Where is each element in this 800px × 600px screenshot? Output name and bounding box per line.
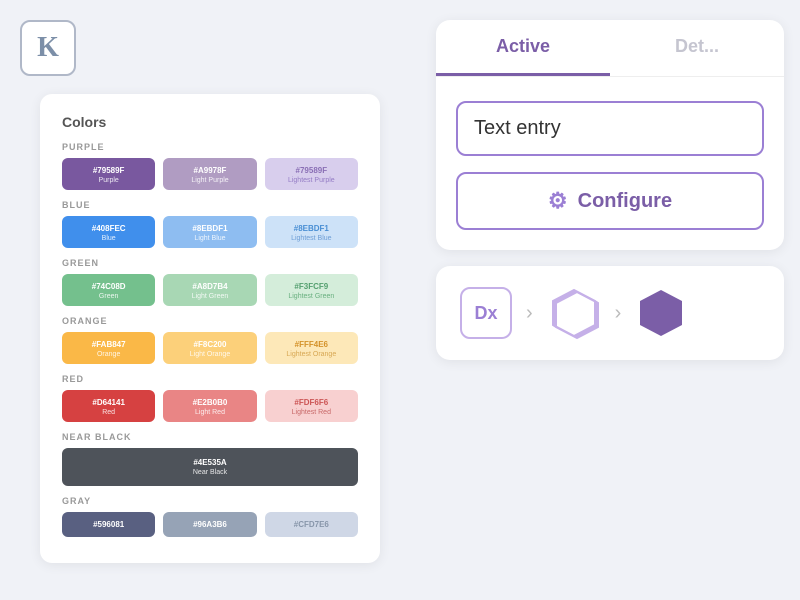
pipeline-arrow-2: › xyxy=(615,302,622,325)
section-label-near-black: NEAR BLACK xyxy=(62,432,358,442)
left-panel: K Colors PURPLE #79589F Purple #A9978F L… xyxy=(0,0,420,600)
logo-letter: K xyxy=(37,32,59,64)
swatch-lightest-blue: #8EBDF1 Lightest Blue xyxy=(265,216,358,248)
pipeline-card: Dx › › xyxy=(436,266,784,360)
color-row-purple: #79589F Purple #A9978F Light Purple #795… xyxy=(62,158,358,190)
text-entry-input[interactable] xyxy=(456,101,764,156)
swatch-lightest-purple: #79589F Lightest Purple xyxy=(265,158,358,190)
section-label-orange: ORANGE xyxy=(62,316,358,326)
swatch-gray-3: #CFD7E6 xyxy=(265,512,358,537)
swatch-light-blue: #8EBDF1 Light Blue xyxy=(163,216,256,248)
tab-detail[interactable]: Det... xyxy=(610,20,784,76)
tabs-card: Active Det... ⚙ Configure xyxy=(436,20,784,250)
swatch-blue: #408FEC Blue xyxy=(62,216,155,248)
swatch-lightest-orange: #FFF4E6 Lightest Orange xyxy=(265,332,358,364)
pipeline-dx-label: Dx xyxy=(474,303,497,324)
gear-icon: ⚙ xyxy=(548,188,568,214)
pipeline-hex-solid xyxy=(635,287,687,339)
color-row-red: #D64141 Red #E2B0B0 Light Red #FDF6F6 Li… xyxy=(62,390,358,422)
configure-button[interactable]: ⚙ Configure xyxy=(456,172,764,230)
tab-active[interactable]: Active xyxy=(436,20,610,76)
swatch-lightest-red: #FDF6F6 Lightest Red xyxy=(265,390,358,422)
pipeline-arrow-1: › xyxy=(526,302,533,325)
tabs-header: Active Det... xyxy=(436,20,784,77)
swatch-purple: #79589F Purple xyxy=(62,158,155,190)
swatch-light-orange: #F8C200 Light Orange xyxy=(163,332,256,364)
color-row-orange: #FAB847 Orange #F8C200 Light Orange #FFF… xyxy=(62,332,358,364)
swatch-gray-2: #96A3B6 xyxy=(163,512,256,537)
swatch-orange: #FAB847 Orange xyxy=(62,332,155,364)
pipeline-dx-box: Dx xyxy=(460,287,512,339)
swatch-gray-1: #596081 xyxy=(62,512,155,537)
color-card: Colors PURPLE #79589F Purple #A9978F Lig… xyxy=(40,94,380,563)
color-row-blue: #408FEC Blue #8EBDF1 Light Blue #8EBDF1 … xyxy=(62,216,358,248)
color-row-near-black: #4E535A Near Black xyxy=(62,448,358,486)
color-row-green: #74C08D Green #A8D7B4 Light Green #F3FCF… xyxy=(62,274,358,306)
right-panel: Active Det... ⚙ Configure Dx › xyxy=(420,0,800,600)
swatch-light-red: #E2B0B0 Light Red xyxy=(163,390,256,422)
section-label-purple: PURPLE xyxy=(62,142,358,152)
swatch-lightest-green: #F3FCF9 Lightest Green xyxy=(265,274,358,306)
hex-solid-icon xyxy=(635,287,687,339)
section-label-green: GREEN xyxy=(62,258,358,268)
section-label-red: RED xyxy=(62,374,358,384)
swatch-near-black: #4E535A Near Black xyxy=(62,448,358,486)
swatch-light-green: #A8D7B4 Light Green xyxy=(163,274,256,306)
card-title: Colors xyxy=(62,114,358,130)
swatch-red: #D64141 Red xyxy=(62,390,155,422)
swatch-light-purple: #A9978F Light Purple xyxy=(163,158,256,190)
pipeline-hex-stack xyxy=(547,286,601,340)
hex-stack-icon xyxy=(547,286,601,340)
section-label-blue: BLUE xyxy=(62,200,358,210)
logo-box: K xyxy=(20,20,76,76)
configure-label: Configure xyxy=(578,190,672,213)
swatch-green: #74C08D Green xyxy=(62,274,155,306)
section-label-gray: GRAY xyxy=(62,496,358,506)
color-row-gray: #596081 #96A3B6 #CFD7E6 xyxy=(62,512,358,537)
tabs-body: ⚙ Configure xyxy=(436,77,784,250)
